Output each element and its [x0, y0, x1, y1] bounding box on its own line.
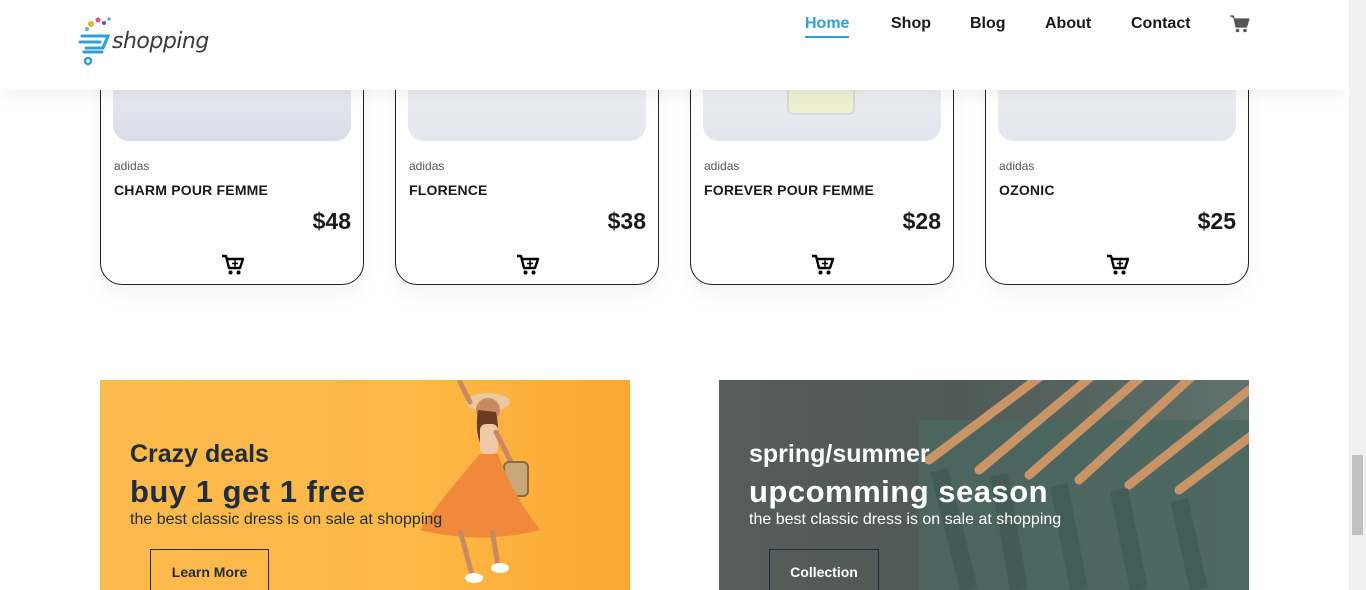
product-price: $38 — [607, 208, 646, 234]
product-brand: adidas — [114, 159, 150, 173]
product-name: FOREVER POUR FEMME — [704, 182, 875, 198]
nav-home[interactable]: Home — [805, 14, 850, 38]
cart-icon[interactable] — [1230, 15, 1250, 39]
page-scrollbar[interactable] — [1349, 0, 1366, 590]
product-brand: adidas — [409, 159, 445, 173]
add-to-cart-icon[interactable] — [811, 254, 835, 276]
banner-description: the best classic dress is on sale at sho… — [749, 511, 1062, 528]
main-nav: Home Shop Blog About Contact — [0, 14, 1349, 44]
product-name: FLORENCE — [409, 182, 488, 198]
banner-title: buy 1 get 1 free — [130, 474, 366, 509]
banner-title: upcomming season — [749, 474, 1049, 509]
add-to-cart-icon[interactable] — [516, 254, 540, 276]
product-brand: adidas — [704, 159, 740, 173]
product-name: CHARM POUR FEMME — [114, 182, 269, 198]
promo-banner-deals: Crazy deals buy 1 get 1 free the best cl… — [100, 380, 630, 590]
banner-subtitle: spring/summer — [749, 440, 930, 468]
add-to-cart-icon[interactable] — [221, 254, 245, 276]
product-brand: adidas — [999, 159, 1035, 173]
collection-button[interactable]: Collection — [769, 549, 879, 590]
promo-banner-season: spring/summer upcomming season the best … — [719, 380, 1249, 590]
nav-shop[interactable]: Shop — [891, 14, 931, 34]
banner-subtitle: Crazy deals — [130, 440, 269, 468]
nav-blog[interactable]: Blog — [970, 14, 1006, 34]
banner-description: the best classic dress is on sale at sho… — [130, 511, 443, 528]
nav-contact[interactable]: Contact — [1131, 14, 1191, 34]
product-price: $28 — [902, 208, 941, 234]
product-name: OZONIC — [999, 182, 1055, 198]
scrollbar-thumb[interactable] — [1352, 455, 1363, 535]
site-header: shopping Home Shop Blog About Contact — [0, 0, 1349, 90]
woman-model-image — [420, 380, 540, 583]
nav-about[interactable]: About — [1045, 14, 1091, 34]
learn-more-button[interactable]: Learn More — [150, 549, 269, 590]
add-to-cart-icon[interactable] — [1106, 254, 1130, 276]
product-price: $48 — [312, 208, 351, 234]
product-price: $25 — [1197, 208, 1236, 234]
